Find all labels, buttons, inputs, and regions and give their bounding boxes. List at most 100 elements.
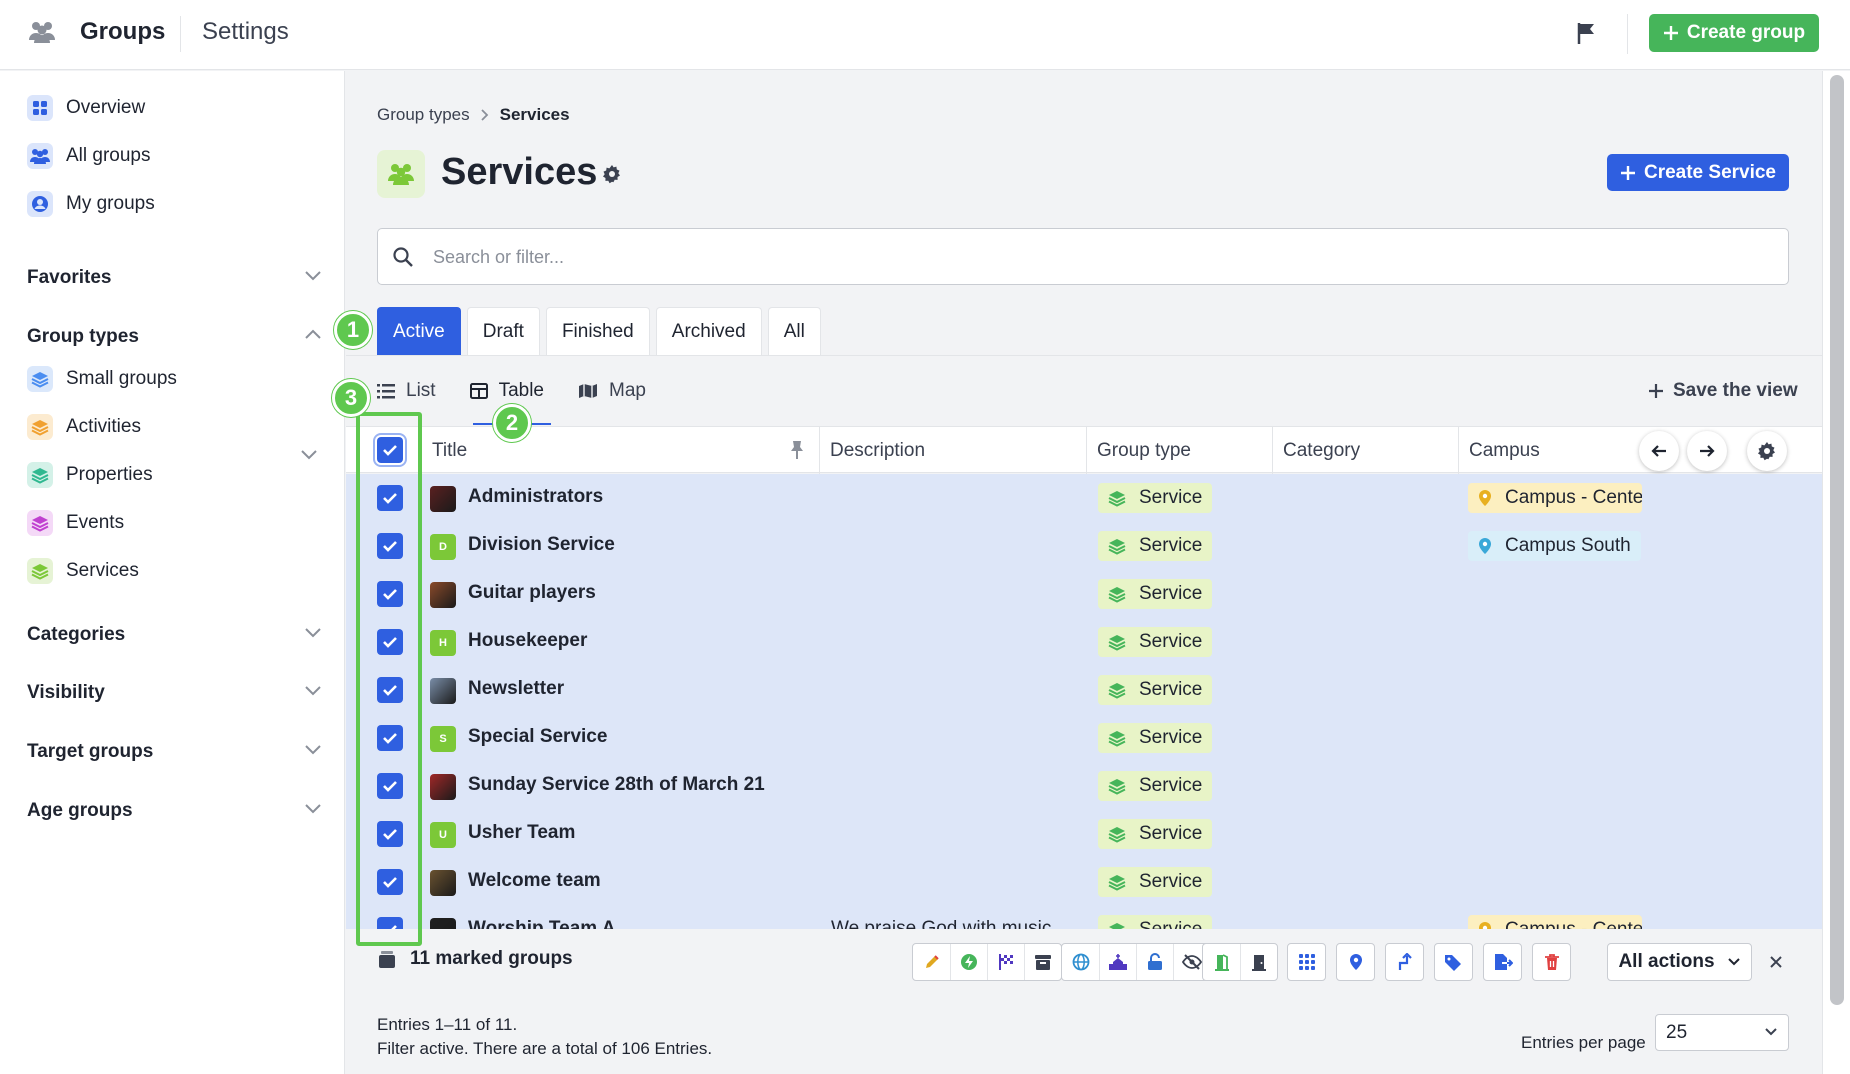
sidebar-item-services[interactable]: Services (27, 558, 139, 584)
group-title[interactable]: Usher Team (468, 822, 575, 844)
table-row[interactable]: D Division Service Service Campus South (346, 522, 1822, 570)
move-action-button[interactable] (1386, 944, 1423, 980)
sidebar-item-events[interactable]: Events (27, 510, 124, 536)
church-action-button[interactable] (1099, 944, 1136, 980)
checkered-flag-icon (997, 953, 1015, 971)
chevron-right-icon (480, 108, 490, 122)
sidebar-item-overview[interactable]: Overview (27, 95, 145, 121)
closed-door-action-button[interactable] (1240, 944, 1277, 980)
table-row[interactable]: Welcome team Service (346, 858, 1822, 906)
group-type-label: Service (1139, 919, 1202, 929)
group-types-section-toggle[interactable]: Group types (27, 326, 322, 348)
sidebar-item-activities[interactable]: Activities (27, 414, 141, 440)
group-title[interactable]: Housekeeper (468, 630, 587, 652)
per-page-select[interactable]: 25 (1655, 1014, 1789, 1051)
tab-active[interactable]: Active (377, 307, 461, 355)
column-header-description[interactable]: Description (819, 427, 1045, 474)
breadcrumb-current: Services (499, 105, 570, 124)
scroll-right-button[interactable] (1687, 431, 1727, 471)
users-icon (27, 143, 53, 169)
breadcrumb-parent[interactable]: Group types (377, 105, 470, 125)
chevron-down-icon[interactable] (300, 448, 318, 460)
age-groups-section-toggle[interactable]: Age groups (27, 800, 322, 822)
tags-action-button[interactable] (1435, 944, 1472, 980)
column-header-group-type[interactable]: Group type (1086, 427, 1271, 474)
table-row[interactable]: Sunday Service 28th of March 21 Service (346, 762, 1822, 810)
tab-finished[interactable]: Finished (545, 307, 650, 355)
flag-icon[interactable] (1576, 21, 1598, 45)
sidebar-item-label: Services (66, 560, 139, 581)
sidebar-item-all-groups[interactable]: All groups (27, 143, 151, 169)
group-title[interactable]: Sunday Service 28th of March 21 (468, 774, 765, 796)
table-settings-button[interactable] (1747, 431, 1787, 471)
tab-all[interactable]: All (767, 307, 821, 355)
page-scrollbar[interactable] (1822, 71, 1850, 1074)
sidebar-item-small-groups[interactable]: Small groups (27, 366, 177, 392)
group-title[interactable]: Worship Team A (468, 918, 615, 929)
activate-action-button[interactable] (950, 944, 987, 980)
archive-action-button[interactable] (1024, 944, 1061, 980)
column-header-category[interactable]: Category (1272, 427, 1458, 474)
view-table[interactable]: Table (469, 380, 544, 402)
pin-icon[interactable] (789, 440, 805, 460)
layers-icon (1108, 825, 1126, 843)
settings-link[interactable]: Settings (202, 18, 289, 46)
tab-archived[interactable]: Archived (655, 307, 762, 355)
column-header-title[interactable]: Title (432, 427, 748, 474)
group-type-label: Service (1139, 583, 1203, 604)
app-title[interactable]: Groups (80, 18, 165, 46)
group-title[interactable]: Guitar players (468, 582, 596, 604)
unlock-action-button[interactable] (1136, 944, 1173, 980)
campus-action-button[interactable] (1337, 944, 1374, 980)
scrollbar-thumb[interactable] (1830, 75, 1844, 1005)
close-icon[interactable] (1769, 955, 1783, 969)
save-view-button[interactable]: Save the view (1648, 380, 1798, 402)
group-title[interactable]: Newsletter (468, 678, 564, 700)
export-action-button[interactable] (1484, 944, 1521, 980)
user-circle-icon (27, 191, 53, 217)
gear-icon[interactable] (602, 164, 622, 184)
bolt-circle-icon (960, 953, 978, 971)
categories-section-toggle[interactable]: Categories (27, 624, 322, 646)
view-list[interactable]: List (377, 380, 436, 402)
view-label: Map (609, 380, 646, 401)
sidebar-item-properties[interactable]: Properties (27, 462, 153, 488)
column-header-campus[interactable]: Campus (1458, 427, 1644, 474)
group-title[interactable]: Division Service (468, 534, 615, 556)
layers-icon (27, 462, 53, 488)
open-door-action-button[interactable] (1203, 944, 1240, 980)
create-service-button[interactable]: Create Service (1607, 154, 1789, 191)
target-groups-section-toggle[interactable]: Target groups (27, 741, 322, 763)
breadcrumb: Group types Services (377, 105, 570, 125)
action-group-campus (1336, 943, 1375, 981)
group-title[interactable]: Welcome team (468, 870, 601, 892)
visibility-section-toggle[interactable]: Visibility (27, 682, 322, 704)
table-row[interactable]: H Housekeeper Service (346, 618, 1822, 666)
chevron-down-icon (304, 626, 322, 638)
edit-action-button[interactable] (913, 944, 950, 980)
table-row[interactable]: Newsletter Service (346, 666, 1822, 714)
table-row[interactable]: Worship Team A We praise God with music Se… (346, 906, 1822, 929)
group-title[interactable]: Special Service (468, 726, 607, 748)
group-avatar (430, 918, 456, 929)
favorites-section-toggle[interactable]: Favorites (27, 267, 322, 289)
public-action-button[interactable] (1062, 944, 1099, 980)
table-row[interactable]: U Usher Team Service (346, 810, 1822, 858)
topbar-divider (180, 16, 181, 52)
grid-dots-icon (1298, 954, 1315, 970)
view-map[interactable]: Map (578, 380, 646, 402)
group-title[interactable]: Administrators (468, 486, 603, 508)
all-actions-dropdown[interactable]: All actions (1607, 943, 1752, 981)
scroll-left-button[interactable] (1639, 431, 1679, 471)
category-action-button[interactable] (1288, 944, 1325, 980)
delete-action-button[interactable] (1533, 944, 1570, 980)
table-row[interactable]: Administrators Service Campus - Cente (346, 474, 1822, 522)
tab-draft[interactable]: Draft (466, 307, 540, 355)
search-input[interactable] (433, 243, 1733, 271)
table-row[interactable]: S Special Service Service (346, 714, 1822, 762)
sidebar-item-my-groups[interactable]: My groups (27, 191, 155, 217)
create-group-button[interactable]: Create group (1649, 14, 1819, 52)
finish-action-button[interactable] (987, 944, 1024, 980)
table-row[interactable]: Guitar players Service (346, 570, 1822, 618)
pagination-info: Entries 1–11 of 11. Filter active. There… (377, 1013, 712, 1061)
